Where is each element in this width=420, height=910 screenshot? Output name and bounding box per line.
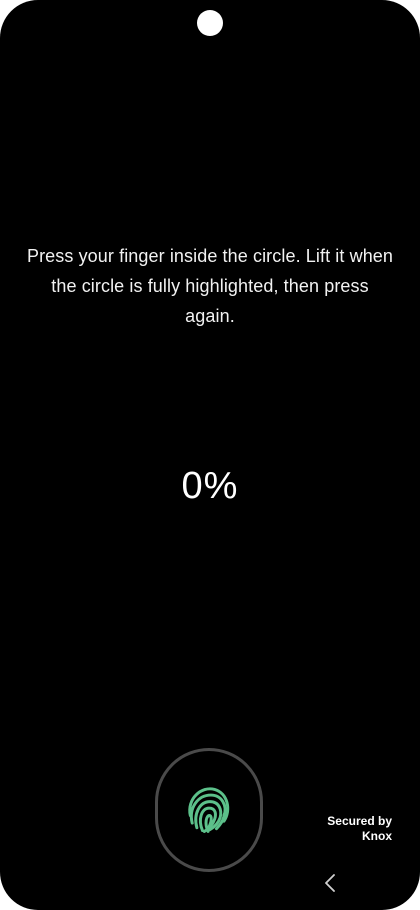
fingerprint-registration-screen: Press your finger inside the circle. Lif… xyxy=(0,0,420,910)
progress-percentage: 0% xyxy=(181,465,239,507)
back-button[interactable] xyxy=(316,869,344,897)
instruction-text: Press your finger inside the circle. Lif… xyxy=(26,246,394,326)
secured-by-knox-label: Secured by Knox xyxy=(327,814,392,844)
fingerprint-sensor-area[interactable] xyxy=(155,748,263,872)
fingerprint-icon xyxy=(188,787,230,833)
back-chevron-icon xyxy=(325,874,335,892)
front-camera-cutout xyxy=(197,10,223,36)
secured-by-text: Secured by xyxy=(327,814,392,828)
knox-text: Knox xyxy=(362,829,392,843)
